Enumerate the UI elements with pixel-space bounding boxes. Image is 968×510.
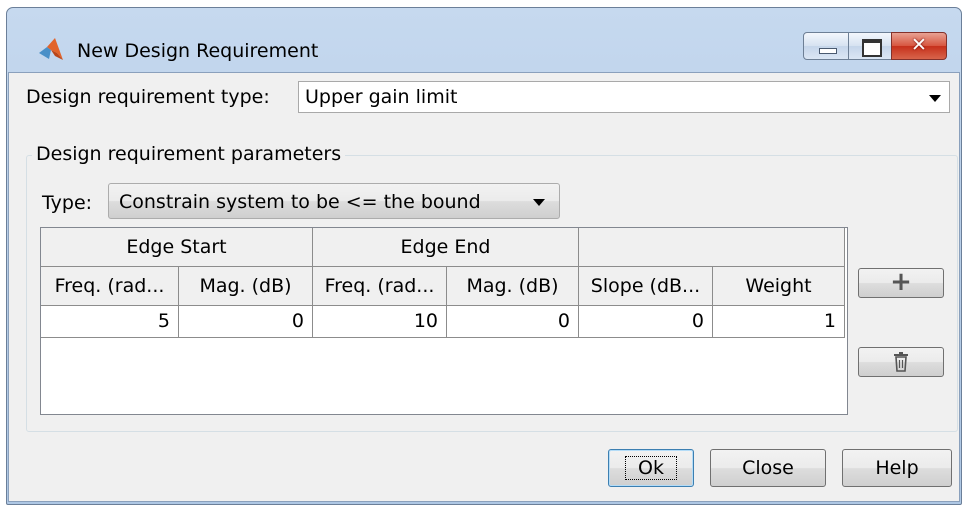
maximize-button[interactable]	[848, 32, 892, 60]
close-window-button[interactable]: ✕	[891, 32, 947, 60]
ok-button[interactable]: Ok	[608, 449, 694, 487]
table-cell-slope[interactable]: 0	[579, 306, 713, 338]
column-header-end-mag[interactable]: Mag. (dB)	[447, 267, 579, 306]
requirement-type-label: Design requirement type:	[26, 86, 270, 108]
trash-icon	[894, 352, 908, 372]
requirement-type-value: Upper gain limit	[305, 86, 458, 108]
help-button[interactable]: Help	[842, 449, 952, 487]
column-header-slope[interactable]: Slope (dB...	[579, 267, 713, 306]
table-cell-start-freq[interactable]: 5	[41, 306, 179, 338]
close-icon: ✕	[911, 34, 927, 56]
table-cell-weight[interactable]: 1	[713, 306, 845, 338]
plus-icon: +	[890, 267, 912, 297]
group-header-edge-end: Edge End	[313, 228, 579, 267]
add-row-button[interactable]: +	[858, 268, 944, 298]
matlab-icon	[39, 38, 63, 60]
column-header-end-freq[interactable]: Freq. (rad...	[313, 267, 447, 306]
chevron-down-icon[interactable]	[533, 199, 545, 206]
window-title: New Design Requirement	[77, 40, 319, 62]
column-header-start-mag[interactable]: Mag. (dB)	[179, 267, 313, 306]
group-header-blank	[579, 228, 845, 267]
constraint-type-select[interactable]: Constrain system to be <= the bound	[108, 183, 560, 219]
requirement-table[interactable]: Edge Start Edge End Freq. (rad... Mag. (…	[40, 227, 848, 415]
delete-row-button[interactable]	[858, 347, 944, 377]
column-header-start-freq[interactable]: Freq. (rad...	[41, 267, 179, 306]
parameters-group-title: Design requirement parameters	[32, 143, 346, 165]
title-bar[interactable]: New Design Requirement ✕	[7, 8, 961, 80]
constraint-type-value: Constrain system to be <= the bound	[119, 191, 481, 213]
requirement-type-select[interactable]: Upper gain limit	[298, 81, 950, 113]
type-label: Type:	[42, 192, 93, 214]
table-cell-end-mag[interactable]: 0	[447, 306, 579, 338]
group-header-edge-start: Edge Start	[41, 228, 313, 267]
chevron-down-icon[interactable]	[929, 95, 941, 102]
table-cell-start-mag[interactable]: 0	[179, 306, 313, 338]
minimize-icon	[819, 48, 837, 54]
close-button[interactable]: Close	[710, 449, 826, 487]
maximize-icon	[862, 39, 882, 57]
minimize-button[interactable]	[803, 32, 849, 60]
ok-button-label: Ok	[625, 456, 677, 480]
column-header-weight[interactable]: Weight	[713, 267, 845, 306]
table-cell-end-freq[interactable]: 10	[313, 306, 447, 338]
